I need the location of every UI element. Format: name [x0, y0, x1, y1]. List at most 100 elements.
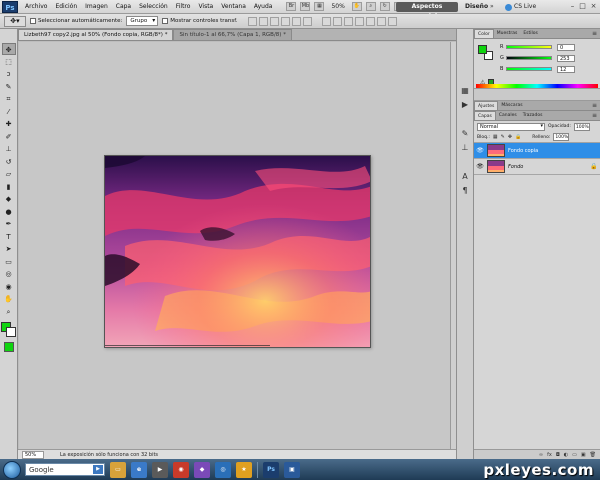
menu-ventana[interactable]: Ventana — [217, 3, 250, 10]
add-mask-icon[interactable]: ◘ — [556, 452, 560, 458]
adjustment-layer-icon[interactable]: ◐ — [564, 452, 568, 458]
auto-select-option[interactable]: Seleccionar automáticamente: — [30, 18, 122, 24]
menu-imagen[interactable]: Imagen — [81, 3, 112, 10]
menu-filtro[interactable]: Filtro — [172, 3, 195, 10]
lock-transparent-icon[interactable]: ▦ — [493, 134, 498, 140]
eraser-tool-icon[interactable]: ▱ — [2, 168, 16, 180]
align-right-icon[interactable] — [302, 16, 312, 26]
tab-trazados[interactable]: Trazados — [520, 111, 546, 120]
distribute-bottom-icon[interactable] — [343, 16, 353, 26]
move-tool-icon[interactable]: ✥ — [1, 43, 16, 55]
lasso-tool-icon[interactable]: ↄ — [2, 68, 16, 80]
distribute-vcenter-icon[interactable] — [332, 16, 342, 26]
menu-vista[interactable]: Vista — [194, 3, 217, 10]
app-icon-window[interactable]: ▣ — [284, 461, 300, 478]
visibility-eye-icon[interactable]: 👁 — [476, 147, 484, 154]
slider-b-value[interactable]: 12 — [557, 65, 575, 73]
slider-g-track[interactable] — [506, 56, 552, 60]
marquee-tool-icon[interactable]: ⬚ — [2, 56, 16, 68]
blend-mode-dropdown[interactable]: Normal — [477, 122, 545, 131]
maximize-icon[interactable]: □ — [578, 2, 587, 11]
align-left-icon[interactable] — [280, 16, 290, 26]
app-icon-purple[interactable]: ◆ — [194, 461, 210, 478]
lock-position-icon[interactable]: ✥ — [508, 134, 512, 140]
canvas-area[interactable] — [19, 42, 450, 449]
zoom-tool-icon[interactable]: ⌕ — [2, 306, 16, 318]
delete-layer-icon[interactable]: 🗑 — [590, 452, 596, 458]
workspace-design-button[interactable]: Diseño — [465, 2, 488, 12]
tab-mascaras[interactable]: Máscaras — [498, 101, 525, 110]
show-transform-checkbox[interactable] — [162, 18, 169, 24]
app-icon-yellow[interactable]: ★ — [236, 461, 252, 478]
tab-estilos[interactable]: Estilos — [520, 29, 541, 38]
slider-r-value[interactable]: 0 — [557, 43, 575, 51]
slider-b[interactable]: B 12 — [500, 65, 596, 73]
new-layer-icon[interactable]: ▣ — [581, 452, 586, 458]
dodge-tool-icon[interactable]: ● — [2, 206, 16, 218]
pen-tool-icon[interactable]: ✒ — [2, 218, 16, 230]
layer-row-fondo[interactable]: 👁 Fondo 🔒 — [474, 159, 600, 175]
view-extras-icon[interactable]: ▦ — [314, 2, 325, 11]
quick-mask-icon[interactable] — [4, 341, 14, 352]
gradient-tool-icon[interactable]: ▮ — [2, 181, 16, 193]
distribute-top-icon[interactable] — [321, 16, 331, 26]
auto-select-dropdown[interactable]: Grupo — [126, 16, 159, 26]
close-icon[interactable]: × — [589, 2, 598, 11]
brush-presets-panel-icon[interactable]: ✎ — [459, 128, 471, 139]
slider-g-value[interactable]: 253 — [557, 54, 575, 62]
lock-all-icon[interactable]: 🔒 — [515, 134, 521, 140]
link-layers-icon[interactable]: ∞ — [539, 452, 543, 458]
type-tool-icon[interactable]: T — [2, 231, 16, 243]
color-panel-foreground-swatch[interactable] — [478, 45, 487, 54]
google-search-box[interactable]: Google ▶ — [25, 463, 105, 476]
tab-capas[interactable]: Capas — [474, 111, 496, 120]
layer-row-fondo-copia[interactable]: 👁 Fondo copia — [474, 143, 600, 159]
lock-image-icon[interactable]: ✎ — [501, 134, 505, 140]
minimize-icon[interactable]: – — [568, 2, 577, 11]
auto-select-checkbox[interactable] — [30, 18, 36, 24]
zoom-level-menu[interactable]: 50% — [328, 3, 347, 10]
distribute-hcenter-icon[interactable] — [365, 16, 375, 26]
zoom-tool-icon[interactable]: ⌕ — [365, 2, 376, 11]
actions-panel-icon[interactable]: ▶ — [459, 99, 471, 110]
align-bottom-icon[interactable] — [269, 16, 279, 26]
firefox-icon[interactable]: ◉ — [173, 461, 189, 478]
quick-select-tool-icon[interactable]: ✎ — [2, 81, 16, 93]
tab-ajustes[interactable]: Ajustes — [474, 101, 499, 110]
document-image-sunset-sky[interactable] — [104, 155, 371, 348]
brush-tool-icon[interactable]: ✐ — [2, 131, 16, 143]
document-tab-sin-titulo[interactable]: Sin título-1 al 66,7% (Capa 1, RGB/8) * — [173, 29, 292, 40]
healing-brush-tool-icon[interactable]: ✚ — [2, 118, 16, 130]
align-vcenter-icon[interactable] — [258, 16, 268, 26]
hand-tool-icon[interactable]: ✋ — [2, 293, 16, 305]
distribute-left-icon[interactable] — [354, 16, 364, 26]
auto-align-icon[interactable] — [387, 16, 397, 26]
document-tab-lizbeth[interactable]: Lizbeth97 copy2.jpg al 50% (Fondo copia,… — [18, 29, 174, 40]
cs-live-button[interactable]: CS Live — [505, 2, 536, 12]
3d-orbit-tool-icon[interactable]: ◉ — [2, 281, 16, 293]
clone-stamp-tool-icon[interactable]: ⊥ — [2, 143, 16, 155]
background-color-swatch[interactable] — [6, 326, 16, 337]
slider-r-track[interactable] — [506, 45, 552, 49]
launch-bridge-icon[interactable]: Br — [286, 2, 297, 11]
tab-color[interactable]: Color — [474, 29, 494, 38]
tab-muestras[interactable]: Muestras — [494, 29, 521, 38]
layer-style-icon[interactable]: fx — [547, 452, 552, 458]
eyedropper-tool-icon[interactable]: ⁄ — [2, 106, 16, 118]
rotate-view-icon[interactable]: ↻ — [379, 2, 390, 11]
slider-r[interactable]: R 0 — [500, 43, 596, 51]
3d-rotate-tool-icon[interactable]: ◎ — [2, 268, 16, 280]
start-button-icon[interactable] — [3, 460, 21, 479]
panel-menu-icon[interactable]: ≡ — [592, 29, 597, 39]
workspace-more-button[interactable]: » — [490, 2, 494, 12]
launch-minibridge-icon[interactable]: Mb — [300, 2, 311, 11]
tab-canales[interactable]: Canales — [496, 111, 520, 120]
menu-archivo[interactable]: Archivo — [21, 3, 51, 10]
slider-b-track[interactable] — [506, 67, 552, 71]
new-group-icon[interactable]: ▭ — [572, 452, 577, 458]
media-icon[interactable]: ▶ — [152, 461, 168, 478]
align-hcenter-icon[interactable] — [291, 16, 301, 26]
opacity-field[interactable]: 100% — [573, 122, 590, 131]
status-zoom-field[interactable]: 50% — [22, 450, 44, 459]
menu-seleccion[interactable]: Selección — [135, 3, 172, 10]
